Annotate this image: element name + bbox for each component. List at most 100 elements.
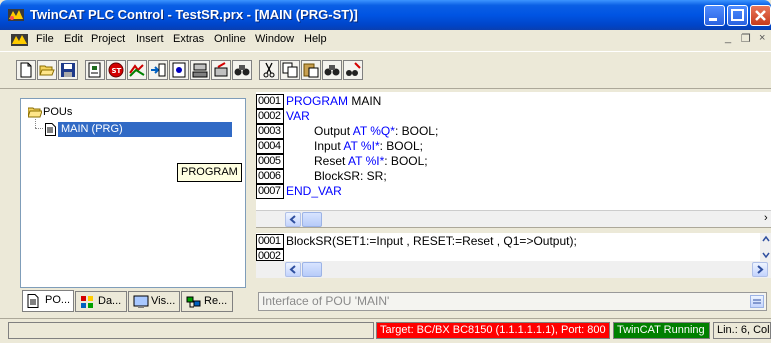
- new-button[interactable]: [16, 60, 36, 80]
- minimize-icon: [709, 18, 717, 21]
- mdi-close-button[interactable]: ×: [759, 32, 765, 44]
- line-number: 0001: [256, 234, 284, 249]
- line-number: 0001: [256, 94, 284, 109]
- keyword: END_VAR: [286, 184, 342, 198]
- code-line-5[interactable]: Reset AT %I*: BOOL;: [314, 154, 428, 169]
- line-number: 0002: [256, 249, 284, 261]
- line-number: 0002: [256, 109, 284, 124]
- chevron-right-icon: [757, 265, 764, 274]
- interface-handle[interactable]: [750, 295, 764, 308]
- scroll-arrows-icon: [762, 235, 770, 259]
- menu-insert[interactable]: Insert: [136, 33, 164, 45]
- tab-resources[interactable]: Re...: [181, 291, 233, 312]
- code-line-3[interactable]: Output AT %Q*: BOOL;: [314, 124, 438, 139]
- find-button[interactable]: [322, 60, 342, 80]
- step-in-icon: [151, 63, 166, 77]
- breakpoint-icon: [172, 62, 186, 78]
- interface-field[interactable]: Interface of POU 'MAIN': [258, 292, 767, 311]
- copy-button[interactable]: [280, 60, 300, 80]
- open-icon: [39, 65, 55, 76]
- scroll-thumb[interactable]: [302, 212, 322, 227]
- scroll-right-button[interactable]: [752, 262, 768, 277]
- replace-button[interactable]: [343, 60, 363, 80]
- breakpoint-button[interactable]: [169, 60, 189, 80]
- var-type: : BOOL;: [384, 154, 428, 168]
- code-line-1[interactable]: PROGRAM MAIN: [286, 94, 381, 109]
- cut-button[interactable]: [259, 60, 279, 80]
- chevron-left-icon: [289, 215, 296, 224]
- document-icon: [45, 123, 56, 136]
- tab-visualizations[interactable]: Vis...: [128, 291, 180, 312]
- code-line-4[interactable]: Input AT %I*: BOOL;: [314, 139, 423, 154]
- download-icon: [192, 63, 208, 78]
- code-line-2[interactable]: VAR: [286, 109, 310, 124]
- menu-online[interactable]: Online: [214, 33, 246, 45]
- login-button[interactable]: [85, 60, 105, 80]
- open-button[interactable]: [37, 60, 57, 80]
- download-button[interactable]: [190, 60, 210, 80]
- resources-tab-icon: [186, 296, 201, 308]
- maximize-icon: [731, 9, 744, 21]
- body-code-line-1[interactable]: BlockSR(SET1:=Input , RESET:=Reset , Q1=…: [286, 234, 577, 249]
- vertical-splitter[interactable]: [250, 92, 254, 318]
- scroll-left-button[interactable]: [285, 212, 301, 227]
- twincat-app-icon[interactable]: [7, 7, 25, 23]
- upload-icon: [214, 62, 228, 77]
- chevron-right-icon[interactable]: ›: [764, 212, 768, 224]
- body-editor[interactable]: 0001 0002 BlockSR(SET1:=Input , RESET:=R…: [256, 233, 771, 261]
- body-vscrollbar[interactable]: [760, 233, 771, 261]
- declaration-hscrollbar[interactable]: ›: [256, 210, 771, 228]
- tooltip: PROGRAM: [177, 163, 242, 182]
- menu-window[interactable]: Window: [255, 33, 294, 45]
- cursor-position: Lin.: 6, Col.: [713, 322, 771, 339]
- document-system-menu-icon[interactable]: [11, 33, 29, 47]
- minimize-button[interactable]: [704, 5, 725, 26]
- code-line-7[interactable]: END_VAR: [286, 184, 342, 199]
- tree-connector: [35, 119, 36, 128]
- run-icon: [129, 64, 145, 77]
- upload-button[interactable]: [211, 60, 231, 80]
- menu-project[interactable]: Project: [91, 33, 125, 45]
- mdi-restore-button[interactable]: ❐: [741, 32, 751, 45]
- run-button[interactable]: [127, 60, 147, 80]
- menu-help[interactable]: Help: [304, 33, 327, 45]
- var-name: Output: [314, 124, 351, 138]
- line-number: 0007: [256, 184, 284, 199]
- code-line-6[interactable]: BlockSR: SR;: [314, 169, 387, 184]
- target-status: Target: BC/BX BC8150 (1.1.1.1.1.1), Port…: [376, 322, 610, 339]
- mdi-minimize-button[interactable]: _: [725, 32, 731, 44]
- menu-file[interactable]: File: [36, 33, 54, 45]
- stop-button[interactable]: ST: [106, 60, 126, 80]
- keyword: PROGRAM: [286, 94, 349, 108]
- menu-extras[interactable]: Extras: [173, 33, 204, 45]
- chevron-left-icon: [289, 265, 296, 274]
- maximize-button[interactable]: [727, 5, 748, 26]
- tree-root-pous[interactable]: POUs: [43, 106, 72, 118]
- tab-pous[interactable]: PO...: [22, 290, 74, 312]
- scroll-thumb[interactable]: [302, 262, 322, 277]
- paste-button[interactable]: [301, 60, 321, 80]
- close-button[interactable]: [750, 5, 771, 26]
- close-icon: [755, 10, 766, 21]
- address: AT %Q*: [350, 124, 395, 138]
- menu-edit[interactable]: Edit: [64, 33, 83, 45]
- binoculars-icon: [234, 65, 250, 76]
- status-message: [8, 322, 374, 339]
- tree-item-main-prg[interactable]: MAIN (PRG): [58, 122, 232, 137]
- tab-pous-label: PO...: [45, 294, 71, 306]
- var-type: : BOOL;: [394, 124, 439, 138]
- program-name: MAIN: [348, 94, 382, 108]
- running-status: TwinCAT Running: [613, 322, 710, 339]
- copy-icon: [282, 62, 298, 78]
- tab-datatypes[interactable]: Da...: [75, 291, 127, 312]
- scroll-left-button[interactable]: [285, 262, 301, 277]
- line-number: 0003: [256, 124, 284, 139]
- step-in-button[interactable]: [148, 60, 168, 80]
- new-icon: [20, 62, 32, 78]
- declaration-editor[interactable]: 0001 0002 0003 0004 0005 0006 0007 PROGR…: [256, 92, 771, 210]
- body-hscrollbar[interactable]: [256, 261, 771, 278]
- save-button[interactable]: [58, 60, 78, 80]
- datatypes-tab-icon: [81, 296, 93, 308]
- monitor-button[interactable]: [232, 60, 252, 80]
- tab-visualizations-label: Vis...: [151, 295, 176, 307]
